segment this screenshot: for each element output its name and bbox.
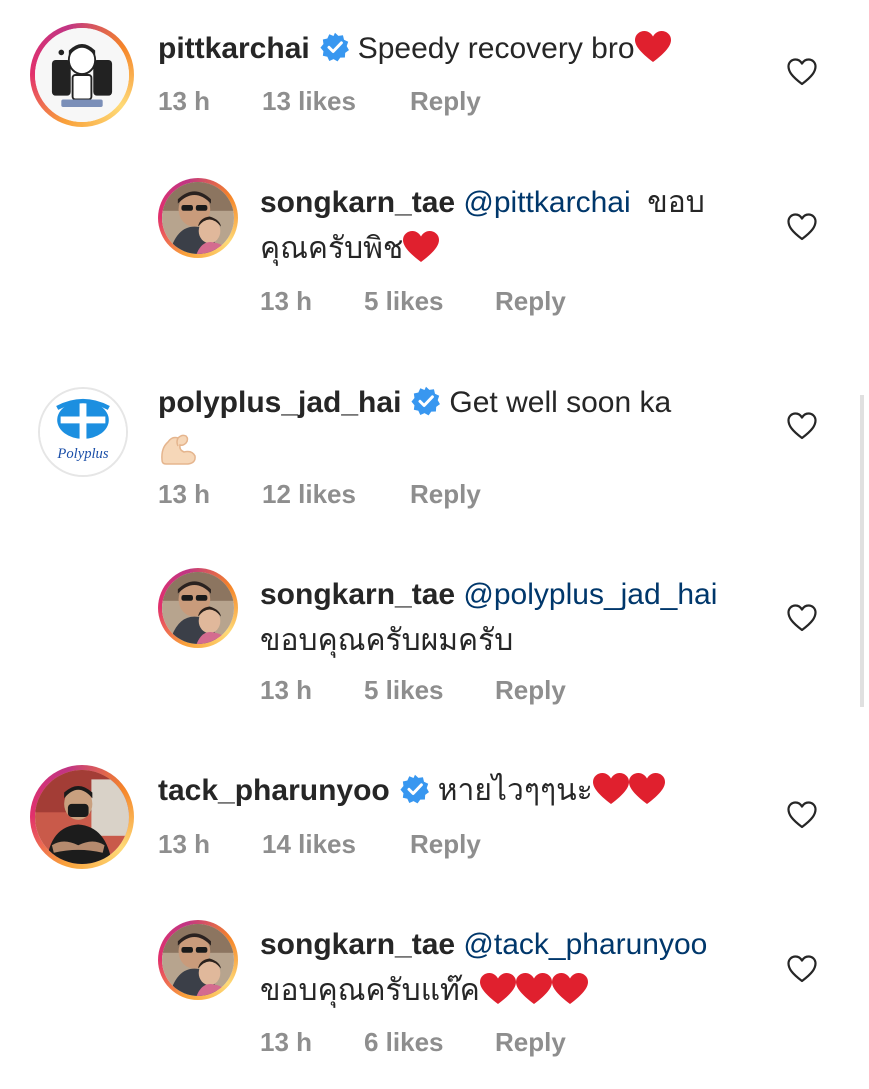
comment-time: 13 h: [260, 675, 313, 705]
comment-text: Get well soon ka: [449, 386, 672, 419]
mention-link[interactable]: @pittkarchai: [463, 186, 630, 219]
avatar-image: [162, 924, 234, 996]
scrollbar[interactable]: [860, 395, 864, 707]
heart-outline-icon[interactable]: [787, 604, 817, 632]
red-heart-emoji: [552, 973, 588, 1005]
comment-username[interactable]: songkarn_tae: [260, 928, 455, 961]
avatar-image: [162, 572, 234, 644]
comment-username[interactable]: pittkarchai: [158, 32, 310, 65]
comment-text: หายไวๆๆนะ: [437, 774, 593, 807]
red-heart-emoji: [516, 973, 552, 1005]
comment-text-line2: คุณครับพิช: [260, 232, 404, 265]
avatar[interactable]: [30, 765, 134, 869]
reply-button[interactable]: Reply: [410, 829, 481, 860]
avatar[interactable]: [30, 23, 134, 127]
comment-body: songkarn_tae @tack_pharunyoo ขอบคุณครับแท…: [260, 922, 800, 1014]
comment-likes[interactable]: 6 likes: [364, 1027, 444, 1058]
verified-badge-icon: [400, 774, 430, 804]
avatar[interactable]: Polyplus: [38, 387, 128, 477]
avatar-image: [162, 182, 234, 254]
comment-text: Speedy recovery bro: [357, 32, 635, 65]
comment-text: ขอบคุณครับผมครับ: [260, 624, 514, 657]
comment-likes[interactable]: 5 likes: [364, 675, 444, 706]
comment-body: songkarn_tae @polyplus_jad_hai ขอบคุณครับ…: [260, 572, 800, 664]
comment-likes[interactable]: 14 likes: [262, 829, 356, 860]
comment-body: tack_pharunyoo หายไวๆๆนะ: [158, 768, 778, 814]
red-heart-emoji: [629, 773, 665, 805]
comment-username[interactable]: polyplus_jad_hai: [158, 386, 401, 419]
comment-body: pittkarchai Speedy recovery bro: [158, 26, 778, 72]
avatar[interactable]: [158, 178, 238, 258]
verified-badge-icon: [411, 386, 441, 416]
red-heart-emoji: [635, 31, 671, 63]
red-heart-emoji: [403, 231, 439, 263]
heart-outline-icon[interactable]: [787, 801, 817, 829]
heart-outline-icon[interactable]: [787, 58, 817, 86]
avatar[interactable]: [158, 568, 238, 648]
reply-button[interactable]: Reply: [495, 1027, 566, 1058]
comment-body: songkarn_tae @pittkarchai ขอบคุณครับพิช: [260, 180, 780, 272]
reply-button[interactable]: Reply: [410, 86, 481, 117]
heart-outline-icon[interactable]: [787, 213, 817, 241]
comment-body: polyplus_jad_hai Get well soon ka: [158, 380, 778, 472]
avatar-image: [35, 28, 129, 122]
comment-username[interactable]: songkarn_tae: [260, 578, 455, 611]
heart-outline-icon[interactable]: [787, 412, 817, 440]
svg-text:Polyplus: Polyplus: [56, 446, 108, 462]
avatar[interactable]: [158, 920, 238, 1000]
comment-likes[interactable]: 13 likes: [262, 86, 356, 117]
reply-button[interactable]: Reply: [495, 675, 566, 706]
comment-likes[interactable]: 12 likes: [262, 479, 356, 510]
comment-text-line1: ขอบ: [647, 186, 705, 219]
comment-time: 13 h: [158, 86, 211, 116]
comment-time: 13 h: [158, 479, 211, 509]
reply-button[interactable]: Reply: [410, 479, 481, 510]
flexed-biceps-emoji: [158, 426, 198, 466]
heart-outline-icon[interactable]: [787, 955, 817, 983]
mention-link[interactable]: @polyplus_jad_hai: [463, 578, 717, 611]
mention-link[interactable]: @tack_pharunyoo: [463, 928, 707, 961]
reply-button[interactable]: Reply: [495, 286, 566, 317]
comment-time: 13 h: [260, 286, 313, 316]
verified-badge-icon: [320, 32, 350, 62]
avatar-image: [35, 770, 129, 864]
comment-time: 13 h: [158, 829, 211, 859]
comment-username[interactable]: tack_pharunyoo: [158, 774, 390, 807]
comment-text: ขอบคุณครับแท๊ค: [260, 974, 480, 1007]
comment-likes[interactable]: 5 likes: [364, 286, 444, 317]
red-heart-emoji: [593, 773, 629, 805]
polyplus-logo: Polyplus: [40, 389, 126, 475]
comment-time: 13 h: [260, 1027, 313, 1057]
red-heart-emoji: [480, 973, 516, 1005]
comment-username[interactable]: songkarn_tae: [260, 186, 455, 219]
